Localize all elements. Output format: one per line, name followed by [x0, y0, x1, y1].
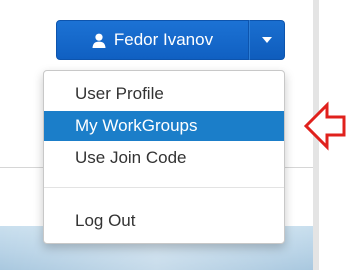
menu-item-label: Use Join Code [75, 148, 187, 167]
menu-item-label: User Profile [75, 84, 164, 103]
page: Fedor Ivanov User Profile My WorkGroups … [0, 0, 347, 270]
dropdown-toggle-button[interactable] [249, 20, 285, 60]
user-split-button: Fedor Ivanov [56, 20, 285, 60]
menu-item-label: My WorkGroups [75, 116, 198, 135]
menu-divider [44, 187, 284, 188]
menu-item-my-workgroups[interactable]: My WorkGroups [44, 111, 284, 141]
red-arrow-left-icon [303, 100, 347, 152]
menu-item-user-profile[interactable]: User Profile [44, 79, 284, 109]
user-icon [92, 33, 106, 48]
user-name-label: Fedor Ivanov [113, 30, 214, 49]
menu-item-use-join-code[interactable]: Use Join Code [44, 143, 284, 173]
menu-item-log-out[interactable]: Log Out [44, 206, 284, 236]
caret-down-icon [262, 37, 272, 43]
user-menu-button[interactable]: Fedor Ivanov [56, 20, 249, 60]
menu-item-label: Log Out [75, 211, 136, 230]
user-dropdown-menu: User Profile My WorkGroups Use Join Code… [43, 70, 285, 244]
